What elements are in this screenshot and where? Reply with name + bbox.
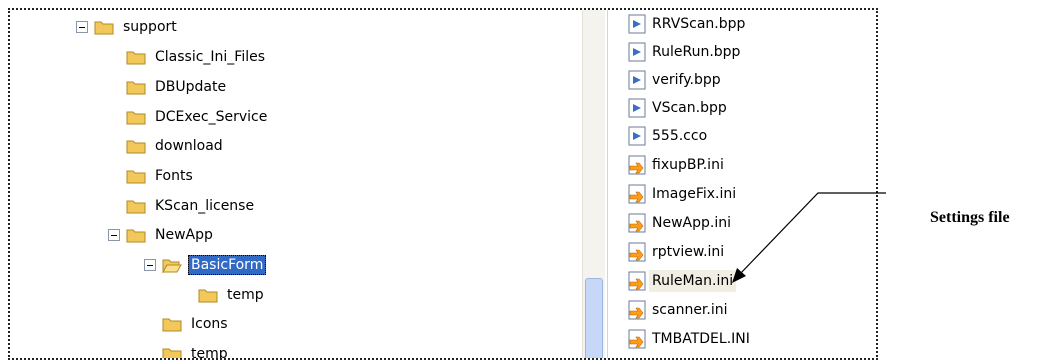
folder-icon: [126, 229, 146, 243]
folder-icon: [198, 289, 218, 303]
tree-node-dbupdate[interactable]: DBUpdate: [126, 76, 229, 98]
bpp-file-icon: [628, 42, 646, 62]
tree-node-dcexec-service[interactable]: DCExec_Service: [126, 106, 270, 128]
file-item[interactable]: verify.bpp: [628, 68, 724, 92]
tree-label-newapp: NewApp: [155, 227, 213, 243]
open-folder-icon: [162, 259, 182, 273]
tree-label-download: download: [155, 138, 223, 154]
tree-label-dbupdate: DBUpdate: [155, 79, 227, 95]
file-item[interactable]: fixupBP.ini: [628, 153, 727, 177]
bpp-file-icon: [628, 98, 646, 118]
file-item[interactable]: 555.cco: [628, 124, 710, 148]
file-item[interactable]: ImageFix.ini: [628, 182, 739, 206]
tree-label-basicform: BasicForm: [188, 255, 267, 275]
ini-settings-file-icon: [628, 300, 646, 320]
scrollbar-thumb[interactable]: [585, 278, 603, 358]
file-list: RRVScan.bpp RuleRun.bpp verify.bpp VScan…: [607, 10, 876, 358]
explorer-window: support Classic_Ini_Files DBUpdate DCExe…: [8, 8, 878, 360]
folder-icon: [126, 200, 146, 214]
vertical-scrollbar[interactable]: [582, 10, 605, 358]
tree-label-basicform-temp: temp: [227, 287, 264, 303]
tree-node-newapp[interactable]: NewApp: [108, 224, 216, 246]
folder-icon: [126, 111, 146, 125]
ini-settings-file-icon: [628, 242, 646, 262]
ini-settings-file-icon: [628, 184, 646, 204]
file-item[interactable]: rptview.ini: [628, 240, 727, 264]
file-item[interactable]: scanner.ini: [628, 298, 731, 322]
tree-label-icons: Icons: [191, 316, 228, 332]
tree-label-classic-ini-files: Classic_Ini_Files: [155, 49, 266, 65]
tree-node-basicform[interactable]: BasicForm: [144, 254, 267, 276]
cco-file-icon: [628, 126, 646, 146]
ini-settings-file-icon: [628, 329, 646, 349]
folder-icon: [126, 51, 146, 65]
tree-label-fonts: Fonts: [155, 168, 193, 184]
tree-label-kscan-license: KScan_license: [155, 198, 255, 214]
collapse-icon[interactable]: [144, 259, 156, 271]
collapse-icon[interactable]: [76, 21, 88, 33]
tree-node-support[interactable]: support: [76, 16, 180, 38]
settings-file-annotation: Settings file: [930, 209, 1010, 226]
collapse-icon[interactable]: [108, 229, 120, 241]
tree-label-support: support: [123, 19, 177, 35]
file-item-ruleman[interactable]: RuleMan.ini: [628, 269, 737, 293]
tree-node-kscan-license[interactable]: KScan_license: [126, 195, 257, 217]
tree-node-basicform-temp[interactable]: temp: [198, 284, 267, 306]
ini-settings-file-icon: [628, 213, 646, 233]
file-item[interactable]: TMBATDEL.INI: [628, 327, 753, 351]
tree-node-download[interactable]: download: [126, 135, 226, 157]
tree-node-temp[interactable]: temp: [162, 343, 231, 358]
folder-icon: [94, 21, 114, 35]
tree-label-dcexec-service: DCExec_Service: [155, 109, 268, 125]
ini-settings-file-icon: [628, 155, 646, 175]
file-item[interactable]: VScan.bpp: [628, 96, 730, 120]
file-item[interactable]: RRVScan.bpp: [628, 12, 748, 36]
tree-node-fonts[interactable]: Fonts: [126, 165, 196, 187]
bpp-file-icon: [628, 14, 646, 34]
file-item[interactable]: NewApp.ini: [628, 211, 734, 235]
ini-settings-file-icon: [628, 271, 646, 291]
tree-node-icons[interactable]: Icons: [162, 313, 231, 335]
folder-icon: [162, 318, 182, 332]
folder-tree: support Classic_Ini_Files DBUpdate DCExe…: [10, 10, 580, 358]
bpp-file-icon: [628, 70, 646, 90]
tree-node-classic-ini-files[interactable]: Classic_Ini_Files: [126, 46, 268, 68]
file-item[interactable]: RuleRun.bpp: [628, 40, 743, 64]
folder-icon: [126, 81, 146, 95]
folder-icon: [126, 140, 146, 154]
folder-icon: [126, 170, 146, 184]
